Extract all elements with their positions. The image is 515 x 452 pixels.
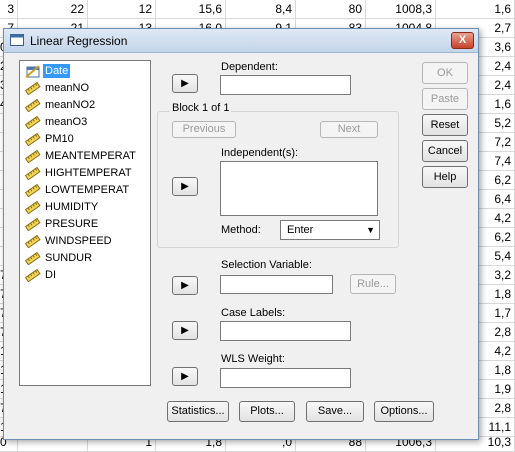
case-labels-label: Case Labels:: [221, 307, 286, 319]
move-to-selection-button[interactable]: ▶: [172, 276, 198, 295]
variable-label: SUNDUR: [45, 252, 93, 264]
variable-label: MEANTEMPERAT: [45, 150, 136, 162]
move-to-case-labels-button[interactable]: ▶: [172, 321, 198, 340]
table-cell[interactable]: 1008,3: [366, 0, 436, 19]
case-labels-field[interactable]: [220, 321, 351, 341]
scale-variable-icon: [24, 81, 41, 96]
table-cell[interactable]: 80: [296, 0, 366, 19]
date-variable-icon: [25, 65, 41, 78]
wls-weight-label: WLS Weight:: [221, 353, 285, 365]
chevron-down-icon: ▼: [366, 225, 375, 235]
variable-label: Date: [43, 64, 71, 78]
help-button[interactable]: Help: [422, 166, 468, 188]
variable-list-item[interactable]: HUMIDITY: [23, 199, 147, 216]
variable-list-item[interactable]: Date: [23, 63, 147, 80]
move-to-wls-weight-button[interactable]: ▶: [172, 367, 198, 386]
dialog-app-icon: [10, 34, 24, 46]
scale-variable-icon: [24, 268, 41, 283]
scale-variable-icon: [24, 251, 41, 266]
variable-list-item[interactable]: meanO3: [23, 114, 147, 131]
table-cell[interactable]: 15,6: [156, 0, 226, 19]
options-button[interactable]: Options...: [374, 401, 434, 422]
wls-weight-field[interactable]: [220, 368, 351, 388]
variable-label: HUMIDITY: [45, 201, 99, 213]
variable-label: WINDSPEED: [45, 235, 112, 247]
variable-list-item[interactable]: WINDSPEED: [23, 233, 147, 250]
variable-list-item[interactable]: HIGHTEMPERAT: [23, 165, 147, 182]
rule-button[interactable]: Rule...: [350, 274, 396, 294]
selection-variable-label: Selection Variable:: [221, 259, 312, 271]
method-label: Method:: [221, 224, 261, 236]
scale-variable-icon: [24, 200, 41, 215]
selection-variable-field[interactable]: [220, 275, 333, 294]
variable-list[interactable]: Date meanNO meanNO2 meanO3 PM10 MEANTEMPERAT H…: [19, 60, 151, 386]
variable-label: PM10: [45, 133, 74, 145]
move-to-independent-button[interactable]: ▶: [172, 177, 198, 196]
table-cell[interactable]: 22: [18, 0, 88, 19]
scale-variable-icon: [24, 234, 41, 249]
variable-label: PRESURE: [45, 218, 99, 230]
variable-list-item[interactable]: meanNO2: [23, 97, 147, 114]
dialog-title: Linear Regression: [30, 34, 128, 48]
arrow-right-icon: ▶: [181, 181, 189, 192]
table-cell[interactable]: 3: [0, 0, 18, 19]
table-cell[interactable]: 1,6: [436, 0, 515, 19]
independent-list[interactable]: [220, 161, 378, 216]
method-value: Enter: [287, 224, 314, 236]
method-select[interactable]: Enter ▼: [280, 220, 380, 240]
reset-button[interactable]: Reset: [422, 114, 468, 136]
scale-variable-icon: [24, 166, 41, 181]
table-cell[interactable]: 8,4: [226, 0, 296, 19]
plots-button[interactable]: Plots...: [239, 401, 295, 422]
arrow-right-icon: ▶: [181, 280, 189, 291]
variable-label: HIGHTEMPERAT: [45, 167, 132, 179]
scale-variable-icon: [24, 183, 41, 198]
arrow-right-icon: ▶: [181, 78, 189, 89]
previous-button[interactable]: Previous: [172, 121, 236, 138]
dependent-label: Dependent:: [221, 61, 278, 73]
variable-list-item[interactable]: MEANTEMPERAT: [23, 148, 147, 165]
ok-button[interactable]: OK: [422, 62, 468, 84]
cancel-button[interactable]: Cancel: [422, 140, 468, 162]
independent-label: Independent(s):: [221, 147, 299, 159]
variable-list-item[interactable]: DI: [23, 267, 147, 284]
paste-button[interactable]: Paste: [422, 88, 468, 110]
next-button[interactable]: Next: [320, 121, 378, 138]
variable-label: LOWTEMPERAT: [45, 184, 130, 196]
arrow-right-icon: ▶: [181, 371, 189, 382]
table-row: 3 22 12 15,6 8,4 80 1008,3 1,6: [0, 0, 515, 19]
scale-variable-icon: [24, 132, 41, 147]
variable-label: DI: [45, 269, 56, 281]
dependent-field[interactable]: [220, 75, 351, 95]
scale-variable-icon: [24, 149, 41, 164]
dialog-titlebar[interactable]: Linear Regression X: [4, 29, 478, 53]
variable-list-item[interactable]: LOWTEMPERAT: [23, 182, 147, 199]
close-button[interactable]: X: [451, 32, 474, 49]
arrow-right-icon: ▶: [181, 325, 189, 336]
block-label: Block 1 of 1: [170, 102, 232, 114]
variable-list-item[interactable]: PM10: [23, 131, 147, 148]
variable-list-item[interactable]: PRESURE: [23, 216, 147, 233]
save-button[interactable]: Save...: [306, 401, 364, 422]
scale-variable-icon: [24, 217, 41, 232]
linear-regression-dialog: Linear Regression X Date meanNO meanNO2 mea…: [3, 28, 479, 440]
scale-variable-icon: [24, 115, 41, 130]
variable-list-item[interactable]: SUNDUR: [23, 250, 147, 267]
move-to-dependent-button[interactable]: ▶: [172, 74, 198, 93]
table-cell[interactable]: 12: [88, 0, 156, 19]
statistics-button[interactable]: Statistics...: [167, 401, 229, 422]
variable-label: meanNO: [45, 82, 90, 94]
variable-label: meanO3: [45, 116, 88, 128]
scale-variable-icon: [24, 98, 41, 113]
variable-label: meanNO2: [45, 99, 96, 111]
variable-list-item[interactable]: meanNO: [23, 80, 147, 97]
